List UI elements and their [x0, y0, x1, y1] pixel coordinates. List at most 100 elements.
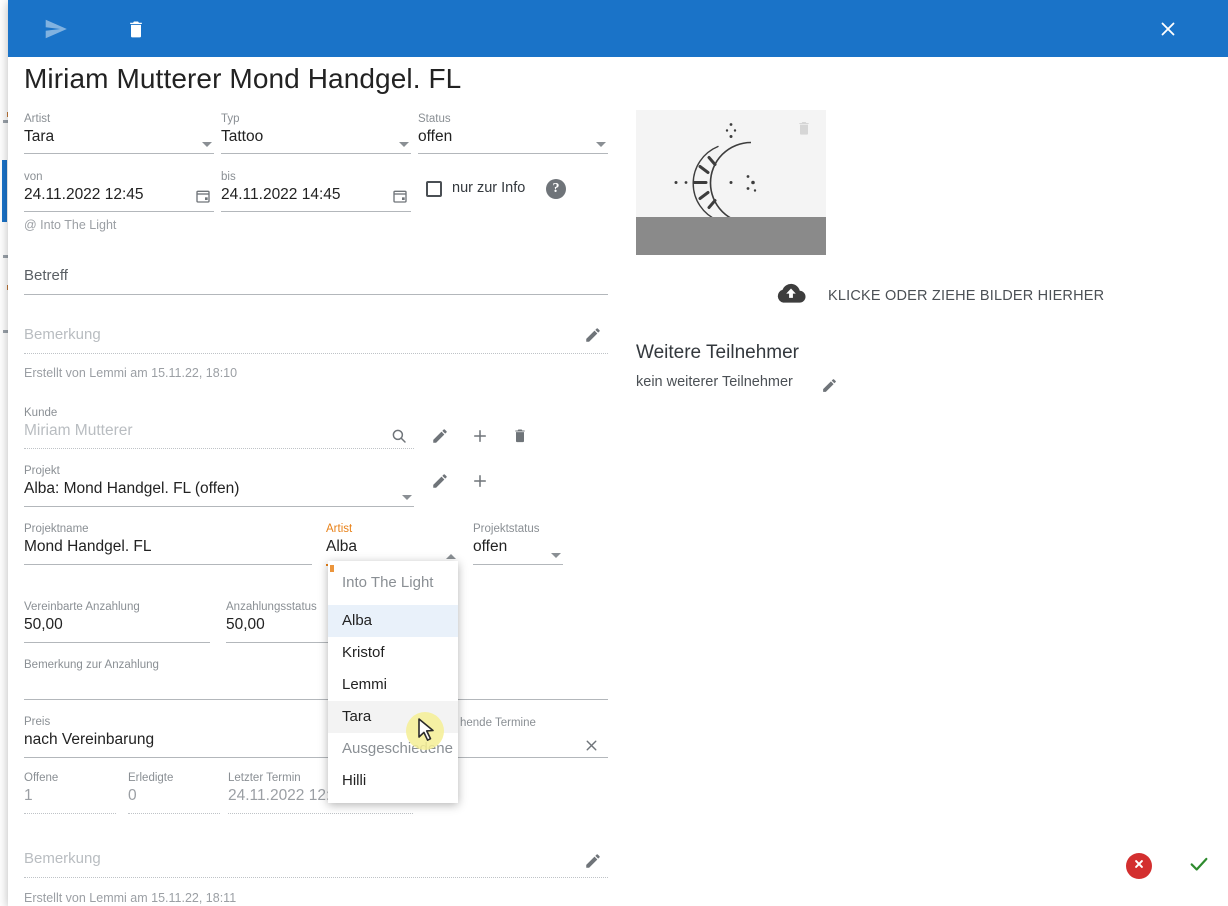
- edit-bemerkung-projekt-button[interactable]: [580, 848, 606, 874]
- field-projektname[interactable]: Projektname Mond Handgel. FL: [24, 522, 312, 565]
- artist-dropdown-menu[interactable]: Into The Light Alba Kristof Lemmi Tara A…: [328, 561, 458, 803]
- field-kunde-label: Kunde: [24, 407, 58, 419]
- field-erledigte-label: Erledigte: [128, 772, 174, 784]
- participants-value: kein weiterer Teilnehmer: [636, 374, 793, 390]
- field-bis-label: bis: [221, 171, 236, 183]
- delete-appointment-button[interactable]: [108, 0, 164, 57]
- edit-kunde-button[interactable]: [427, 423, 453, 449]
- cloud-upload-icon: [776, 281, 806, 310]
- field-projektstatus-label: Projektstatus: [473, 523, 540, 535]
- field-preis-value: nach Vereinbarung: [24, 729, 608, 758]
- field-bemerkung-anzahlung[interactable]: Bemerkung zur Anzahlung: [24, 658, 608, 700]
- field-projektstatus[interactable]: Projektstatus offen: [473, 522, 563, 565]
- field-projektname-value: Mond Handgel. FL: [24, 536, 312, 565]
- close-icon: [1157, 18, 1179, 40]
- info-only-label: nur zur Info: [452, 180, 526, 196]
- send-icon: [43, 16, 69, 42]
- edit-projekt-button[interactable]: [427, 468, 453, 494]
- field-typ-value: Tattoo: [221, 126, 411, 154]
- field-artist-label: Artist: [24, 113, 51, 125]
- trash-icon: [126, 17, 146, 41]
- image-upload-label: KLICKE ODER ZIEHE BILDER HIERHER: [828, 287, 1105, 304]
- info-only-checkbox[interactable]: [426, 181, 442, 197]
- field-bemerkung-placeholder: Bemerkung: [24, 324, 608, 354]
- search-kunde-button[interactable]: [386, 423, 412, 449]
- field-betreff[interactable]: Betreff: [24, 265, 608, 295]
- delete-image-button[interactable]: [796, 118, 812, 143]
- field-vereinbarte-anzahlung-label: Vereinbarte Anzahlung: [24, 601, 140, 613]
- background-blue-block: [2, 160, 7, 222]
- field-von-value: 24.11.2022 12:45: [24, 184, 214, 212]
- chevron-down-icon[interactable]: [399, 142, 409, 147]
- field-offene-value: 1: [24, 785, 116, 814]
- image-upload-dropzone[interactable]: KLICKE ODER ZIEHE BILDER HIERHER: [776, 281, 1104, 310]
- field-projektname-label: Projektname: [24, 523, 89, 535]
- edit-bemerkung-appointment-button[interactable]: [580, 322, 606, 348]
- thumbnail-overlay-bar: [636, 217, 826, 255]
- field-typ-label: Typ: [221, 113, 240, 125]
- screen: Miriam Mutterer Mond Handgel. FL Artist …: [0, 0, 1228, 906]
- chevron-up-icon[interactable]: [446, 554, 456, 559]
- chevron-down-icon[interactable]: [551, 553, 561, 558]
- field-bemerkung-anzahlung-value: [24, 672, 608, 700]
- field-offene: Offene 1: [24, 771, 116, 814]
- image-thumbnail[interactable]: [636, 110, 826, 255]
- field-von[interactable]: von 24.11.2022 12:45: [24, 170, 214, 212]
- field-bemerkung-anzahlung-label: Bemerkung zur Anzahlung: [24, 659, 159, 671]
- participants-heading: Weitere Teilnehmer: [636, 342, 799, 363]
- calendar-icon-von[interactable]: [190, 183, 216, 209]
- field-projekt-value: Alba: Mond Handgel. FL (offen): [24, 478, 414, 507]
- dropdown-option-kristof[interactable]: Kristof: [328, 637, 458, 669]
- calendar-icon-bis[interactable]: [387, 183, 413, 209]
- field-erledigte: Erledigte 0: [128, 771, 220, 814]
- delete-kunde-button[interactable]: [507, 422, 533, 448]
- appointment-created-note: Erstellt von Lemmi am 15.11.22, 18:10: [24, 366, 238, 380]
- edit-participants-button[interactable]: [816, 372, 842, 398]
- field-kunde[interactable]: Kunde Miriam Mutterer: [24, 406, 414, 449]
- close-icon: [1132, 857, 1146, 876]
- dialog-toolbar: [8, 0, 1228, 57]
- project-created-note: Erstellt von Lemmi am 15.11.22, 18:11: [24, 891, 237, 905]
- cancel-button[interactable]: [1126, 853, 1152, 879]
- help-icon[interactable]: ?: [546, 179, 566, 199]
- appointment-dialog: Miriam Mutterer Mond Handgel. FL Artist …: [8, 0, 1228, 906]
- field-vereinbarte-anzahlung[interactable]: Vereinbarte Anzahlung 50,00: [24, 600, 210, 643]
- chevron-down-icon[interactable]: [596, 142, 606, 147]
- mouse-cursor: [418, 718, 434, 741]
- send-button[interactable]: [28, 0, 84, 57]
- dropdown-accent-marker: [330, 565, 334, 572]
- field-projektstatus-value: offen: [473, 536, 563, 565]
- field-projekt-label: Projekt: [24, 465, 60, 477]
- field-bemerkung-appointment[interactable]: Bemerkung: [24, 324, 608, 354]
- field-status-label: Status: [418, 113, 451, 125]
- field-betreff-placeholder: Betreff: [24, 265, 608, 295]
- field-erledigte-value: 0: [128, 785, 220, 814]
- add-kunde-button[interactable]: [467, 423, 493, 449]
- field-bemerkung-projekt[interactable]: Bemerkung: [24, 848, 608, 878]
- field-bis-value: 24.11.2022 14:45: [221, 184, 411, 212]
- field-kunde-value: Miriam Mutterer: [24, 420, 414, 449]
- dropdown-option-alba[interactable]: Alba: [328, 605, 458, 637]
- page-title: Miriam Mutterer Mond Handgel. FL: [24, 63, 462, 94]
- field-typ[interactable]: Typ Tattoo: [221, 112, 411, 154]
- field-project-artist[interactable]: Artist Alba: [326, 522, 458, 566]
- field-status[interactable]: Status offen: [418, 112, 608, 154]
- clear-bevorstehende-termine-button[interactable]: [578, 732, 604, 758]
- chevron-down-icon[interactable]: [202, 142, 212, 147]
- chevron-down-icon[interactable]: [402, 495, 412, 500]
- field-bevorstehende-termine-label: hende Termine: [460, 717, 536, 729]
- location-note: @ Into The Light: [24, 218, 117, 232]
- field-von-label: von: [24, 171, 43, 183]
- dropdown-option-lemmi[interactable]: Lemmi: [328, 669, 458, 701]
- close-dialog-button[interactable]: [1140, 0, 1196, 57]
- field-vereinbarte-anzahlung-value: 50,00: [24, 614, 210, 643]
- field-projekt[interactable]: Projekt Alba: Mond Handgel. FL (offen): [24, 464, 414, 507]
- field-artist-value: Tara: [24, 126, 214, 154]
- field-status-value: offen: [418, 126, 608, 154]
- field-artist[interactable]: Artist Tara: [24, 112, 214, 154]
- add-projekt-button[interactable]: [467, 468, 493, 494]
- confirm-button[interactable]: [1186, 853, 1212, 879]
- field-offene-label: Offene: [24, 772, 59, 784]
- field-bis[interactable]: bis 24.11.2022 14:45: [221, 170, 411, 212]
- dropdown-option-hilli[interactable]: Hilli: [328, 765, 458, 797]
